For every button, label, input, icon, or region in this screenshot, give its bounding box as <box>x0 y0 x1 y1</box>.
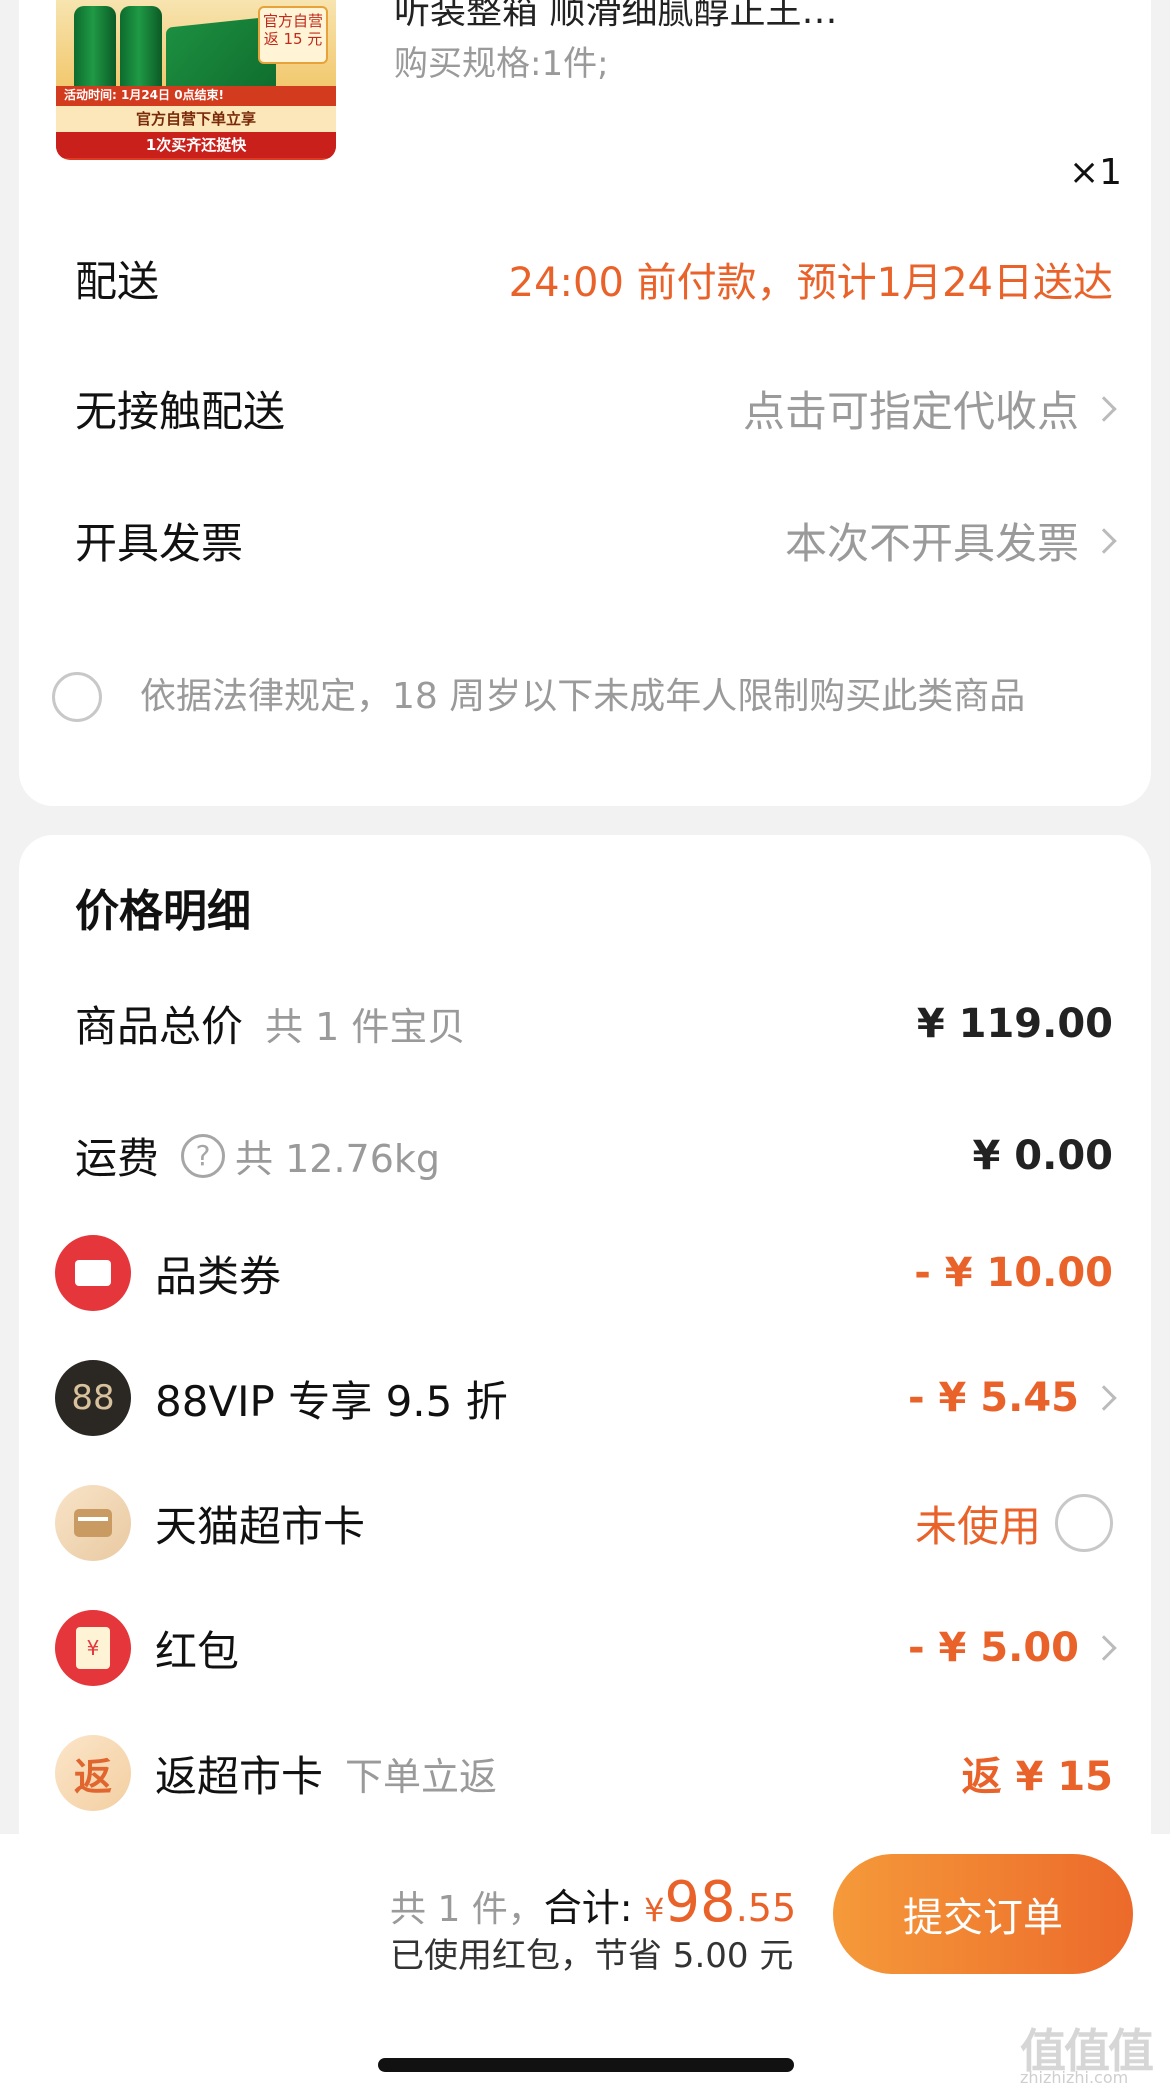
wallet-icon <box>55 1485 131 1561</box>
vip-discount-label: 88VIP 专享 9.5 折 <box>155 1376 508 1426</box>
chevron-right-icon <box>1091 1635 1117 1661</box>
promo-tag-value: 返 15 元 <box>263 30 323 48</box>
invoice-value: 本次不开具发票 <box>784 519 1079 568</box>
return-card-value: 返 ¥ 15 <box>961 1754 1113 1800</box>
watermark-url: zhizhizhi.com <box>1020 2068 1129 2087</box>
return-icon: 返 <box>55 1735 131 1811</box>
vip-discount-value: - ¥ 5.45 <box>908 1375 1079 1421</box>
coupon-icon <box>55 1235 131 1311</box>
currency-symbol: ¥ <box>644 1891 665 1929</box>
vip-discount-row[interactable]: 88 88VIP 专享 9.5 折 - ¥ 5.45 <box>55 1360 1117 1436</box>
return-card-sub: 下单立返 <box>345 1754 498 1799</box>
tmall-card-label: 天猫超市卡 <box>155 1501 366 1551</box>
age-agree-checkbox[interactable] <box>52 672 102 722</box>
category-coupon-value: - ¥ 10.00 <box>914 1250 1113 1296</box>
order-confirm-page: 官方自营 返 15 元 活动时间: 1月24日 0点结束! 官方自营下单立享 1… <box>0 0 1170 2100</box>
red-envelope-icon: ¥ <box>55 1610 131 1686</box>
contactless-label: 无接触配送 <box>75 387 286 436</box>
tmall-card-status: 未使用 <box>914 1501 1041 1551</box>
shipping-label: 运费 <box>75 1134 160 1183</box>
total-decimal: .55 <box>735 1886 797 1930</box>
hongbao-label: 红包 <box>155 1626 240 1676</box>
delivery-label: 配送 <box>75 257 160 306</box>
total-price-sub: 共 1 件宝贝 <box>265 1005 466 1049</box>
total-integer: 98 <box>664 1870 736 1935</box>
promo-strip-bottom: 1次买齐还挺快 <box>56 132 336 158</box>
invoice-label: 开具发票 <box>75 519 244 568</box>
product-image[interactable]: 官方自营 返 15 元 活动时间: 1月24日 0点结束! 官方自营下单立享 1… <box>56 0 336 160</box>
price-detail-card: 价格明细 商品总价 共 1 件宝贝 ¥ 119.00 运费 ? 共 12.76k… <box>19 835 1151 1935</box>
delivery-row: 配送 24:00 前付款，预计1月24日送达 <box>75 248 1113 309</box>
submit-order-button[interactable]: 提交订单 <box>833 1854 1133 1974</box>
product-spec: 购买规格:1件; <box>394 44 609 84</box>
total-price-label: 商品总价 <box>75 1002 244 1051</box>
shipping-weight: 共 12.76kg <box>235 1137 441 1181</box>
age-notice-text: 依据法律规定，18 周岁以下未成年人限制购买此类商品 <box>140 676 1026 717</box>
return-card-row: 返 返超市卡 下单立返 返 ¥ 15 <box>55 1735 1113 1811</box>
total-price-value: ¥ 119.00 <box>916 1000 1113 1047</box>
order-card: 官方自营 返 15 元 活动时间: 1月24日 0点结束! 官方自营下单立享 1… <box>19 0 1151 806</box>
shipping-value: ¥ 0.00 <box>972 1132 1113 1179</box>
promo-strip: 官方自营下单立享 <box>56 106 336 132</box>
shipping-row: 运费 ? 共 12.76kg ¥ 0.00 <box>75 1125 1113 1186</box>
vip-88-icon: 88 <box>55 1360 131 1436</box>
chevron-right-icon <box>1091 1385 1117 1411</box>
invoice-row[interactable]: 开具发票 本次不开具发票 <box>75 510 1117 571</box>
tmall-card-row[interactable]: 天猫超市卡 未使用 <box>55 1485 1113 1561</box>
promo-tag-text: 官方自营 <box>262 12 323 30</box>
home-indicator[interactable] <box>378 2058 794 2072</box>
tmall-card-radio[interactable] <box>1055 1494 1113 1552</box>
category-coupon-label: 品类券 <box>155 1251 282 1301</box>
saving-note: 已使用红包，节省 5.00 元 <box>390 1936 794 1976</box>
item-count: 共 1 件， <box>390 1889 544 1930</box>
price-detail-title: 价格明细 <box>75 886 251 937</box>
hongbao-value: - ¥ 5.00 <box>908 1625 1079 1671</box>
total-price-row: 商品总价 共 1 件宝贝 ¥ 119.00 <box>75 993 1113 1054</box>
chevron-right-icon <box>1091 527 1117 554</box>
category-coupon-row[interactable]: 品类券 - ¥ 10.00 <box>55 1235 1113 1311</box>
delivery-eta: 24:00 前付款，预计1月24日送达 <box>508 259 1113 306</box>
help-icon[interactable]: ? <box>181 1133 226 1178</box>
contactless-value: 点击可指定代收点 <box>742 387 1079 436</box>
order-summary: 共 1 件，合计: ¥98.55 <box>390 1870 796 1935</box>
contactless-row[interactable]: 无接触配送 点击可指定代收点 <box>75 378 1117 439</box>
age-notice: 依据法律规定，18 周岁以下未成年人限制购买此类商品 <box>52 672 1120 722</box>
product-title[interactable]: 听装整箱 顺滑细腻醇正王… <box>394 0 954 34</box>
product-quantity: ×1 <box>1069 152 1123 193</box>
activity-strip: 活动时间: 1月24日 0点结束! <box>56 86 336 106</box>
promo-tag: 官方自营 返 15 元 <box>258 6 328 64</box>
return-card-label: 返超市卡 <box>155 1751 324 1801</box>
chevron-right-icon <box>1091 395 1117 422</box>
total-label: 合计: <box>543 1886 633 1930</box>
hongbao-row[interactable]: ¥ 红包 - ¥ 5.00 <box>55 1610 1117 1686</box>
